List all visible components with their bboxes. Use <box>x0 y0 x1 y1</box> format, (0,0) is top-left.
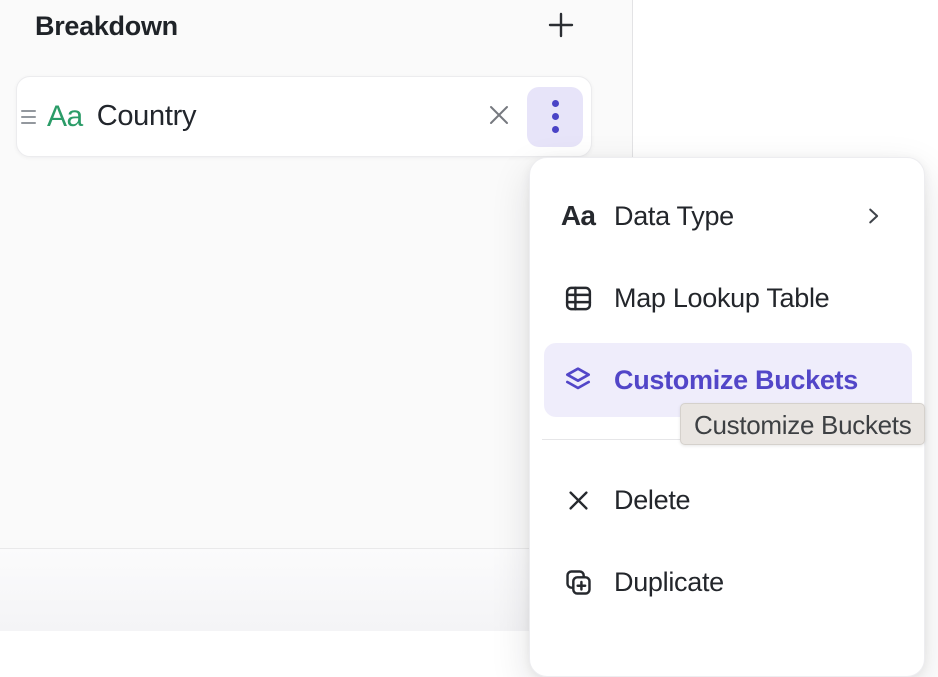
field-name: Country <box>97 100 196 133</box>
table-icon <box>561 283 595 314</box>
remove-field-button[interactable] <box>479 97 519 137</box>
menu-item-label: Data Type <box>614 201 734 232</box>
panel-header: Breakdown <box>35 6 580 46</box>
drag-handle-icon[interactable] <box>21 110 36 124</box>
field-menu-button[interactable] <box>527 87 583 147</box>
panel-title: Breakdown <box>35 11 178 42</box>
chevron-right-icon <box>862 204 884 228</box>
layers-icon <box>561 364 595 396</box>
kebab-vertical-icon <box>552 100 559 133</box>
copy-plus-icon <box>561 567 595 598</box>
menu-item-data-type[interactable]: Aa Data Type <box>530 175 924 257</box>
menu-item-map-lookup-table[interactable]: Map Lookup Table <box>530 257 924 339</box>
menu-item-duplicate[interactable]: Duplicate <box>530 541 924 623</box>
menu-item-label: Duplicate <box>614 567 724 598</box>
menu-item-label: Customize Buckets <box>614 365 858 396</box>
field-type-badge: Aa <box>47 100 83 134</box>
plus-icon <box>546 10 576 43</box>
x-icon <box>485 101 513 132</box>
x-icon <box>561 487 595 514</box>
breakdown-field-card[interactable]: Aa Country <box>16 76 592 157</box>
text-type-icon: Aa <box>561 200 595 232</box>
menu-item-label: Delete <box>614 485 690 516</box>
add-breakdown-button[interactable] <box>542 7 580 45</box>
tooltip: Customize Buckets <box>680 403 925 445</box>
menu-item-delete[interactable]: Delete <box>530 459 924 541</box>
menu-item-label: Map Lookup Table <box>614 283 829 314</box>
